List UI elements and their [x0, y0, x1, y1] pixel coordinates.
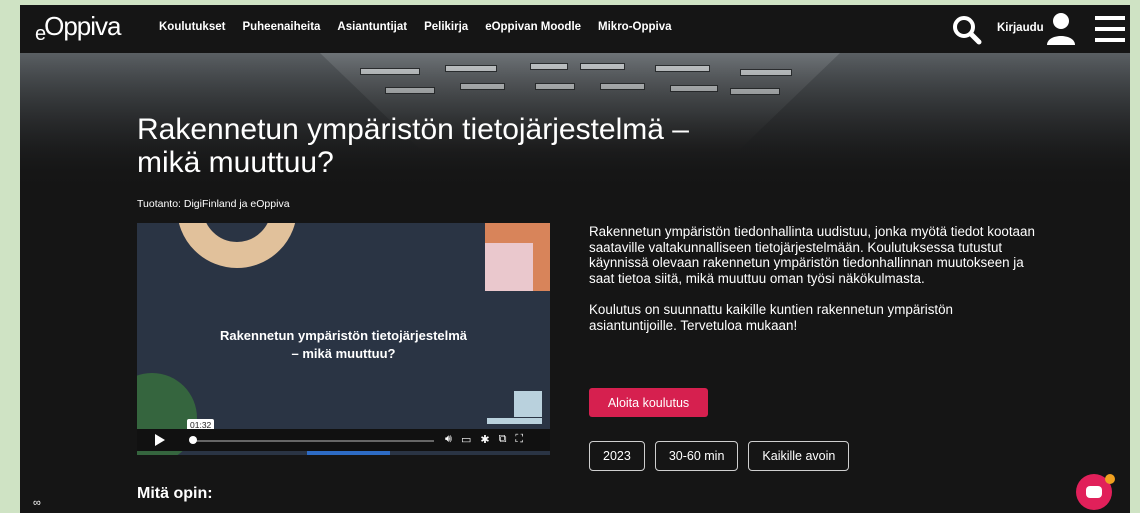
top-navbar: eOppiva Koulutukset Puheenaiheita Asiant… — [20, 5, 1130, 53]
fullscreen-icon[interactable]: ⛶ — [515, 433, 523, 446]
video-buffer-bar — [307, 451, 390, 455]
start-course-button[interactable]: Aloita koulutus — [589, 388, 708, 417]
nav-link-asiantuntijat[interactable]: Asiantuntijat — [337, 21, 407, 33]
nav-links: Koulutukset Puheenaiheita Asiantuntijat … — [159, 21, 672, 33]
tag-duration: 30-60 min — [654, 441, 739, 471]
video-control-icons: 🔊︎ ▭ ✱ ⧉ ⛶ — [445, 433, 523, 446]
blue-square-shape — [514, 391, 542, 417]
search-icon[interactable] — [950, 13, 984, 47]
user-icon[interactable] — [1045, 11, 1077, 45]
seek-handle[interactable] — [189, 436, 197, 444]
description-paragraph-2: Koulutus on suunnattu kaikille kuntien r… — [589, 301, 954, 333]
nav-link-koulutukset[interactable]: Koulutukset — [159, 21, 225, 33]
producer-text: Tuotanto: DigiFinland ja eOppiva — [137, 198, 290, 210]
pink-square-shape — [485, 243, 533, 291]
video-player[interactable]: Rakennetun ympäristön tietojärjestelmä –… — [137, 223, 550, 455]
logo-e: e — [35, 23, 46, 45]
chat-icon — [1086, 486, 1102, 498]
nav-link-mikro-oppiva[interactable]: Mikro-Oppiva — [598, 21, 671, 33]
video-controls: 🔊︎ ▭ ✱ ⧉ ⛶ — [137, 429, 550, 451]
hamburger-menu-icon[interactable] — [1095, 14, 1125, 44]
video-title-line2: – mikä muuttuu? — [291, 346, 396, 361]
corner-icon: ∞ — [33, 497, 41, 509]
notification-badge — [1105, 474, 1115, 484]
eoppiva-logo[interactable]: eOppiva — [35, 11, 122, 45]
tag-year: 2023 — [589, 441, 645, 471]
nav-link-puheenaiheita[interactable]: Puheenaiheita — [242, 21, 320, 33]
nav-link-moodle[interactable]: eOppivan Moodle — [485, 21, 581, 33]
login-link[interactable]: Kirjaudu — [997, 22, 1044, 34]
page-frame: eOppiva Koulutukset Puheenaiheita Asiant… — [20, 5, 1130, 513]
course-description: Rakennetun ympäristön tiedonhallinta uud… — [589, 224, 1044, 349]
volume-icon[interactable]: 🔊︎ — [445, 433, 452, 446]
course-tags: 2023 30-60 min Kaikille avoin — [589, 441, 850, 471]
logo-text: Oppiva — [44, 11, 121, 41]
captions-icon[interactable]: ▭ — [461, 433, 471, 446]
page-title: Rakennetun ympäristön tietojärjestelmä –… — [137, 113, 689, 179]
video-title: Rakennetun ympäristön tietojärjestelmä –… — [137, 327, 550, 363]
play-icon[interactable] — [148, 433, 170, 447]
ring-shape — [177, 223, 297, 268]
settings-icon[interactable]: ✱ — [480, 433, 489, 446]
tag-audience: Kaikille avoin — [748, 441, 850, 471]
blue-bar-shape — [487, 418, 542, 424]
video-seekbar[interactable] — [194, 440, 434, 442]
video-title-line1: Rakennetun ympäristön tietojärjestelmä — [219, 328, 468, 343]
chat-button[interactable] — [1076, 474, 1115, 510]
picture-in-picture-icon[interactable]: ⧉ — [499, 433, 507, 446]
description-paragraph-1: Rakennetun ympäristön tiedonhallinta uud… — [589, 224, 1035, 286]
section-heading-learn: Mitä opin: — [137, 485, 213, 502]
nav-link-pelikirja[interactable]: Pelikirja — [424, 21, 468, 33]
